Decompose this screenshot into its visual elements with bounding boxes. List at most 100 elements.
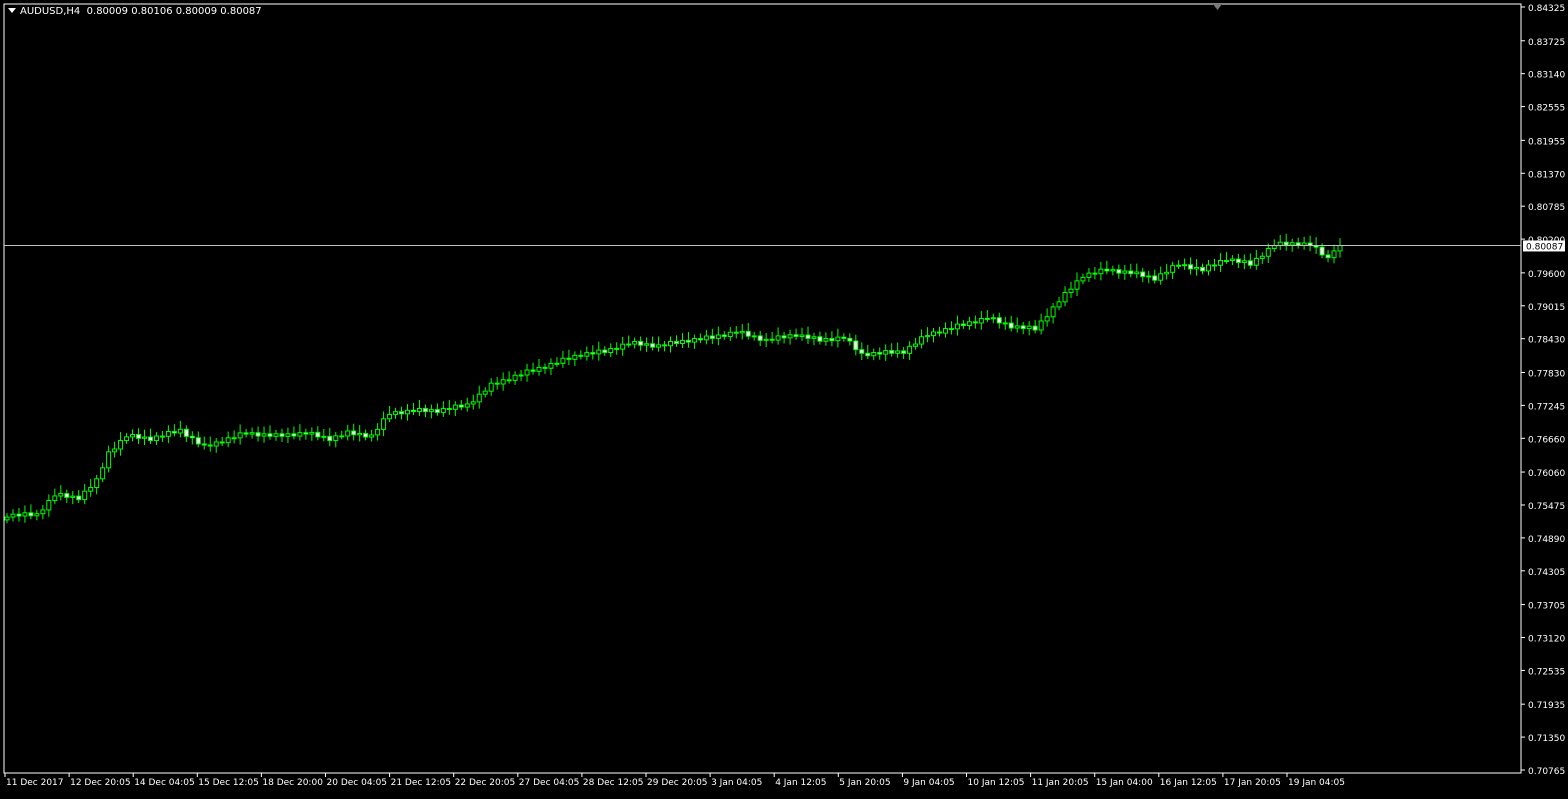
candle-body: [261, 433, 267, 437]
candle-body: [76, 495, 82, 501]
candle-body: [159, 435, 165, 438]
candle-body: [703, 335, 709, 341]
candle-body: [530, 369, 536, 372]
x-tick-label: 14 Dec 04:05: [134, 778, 195, 788]
open-price: 0.80009: [86, 6, 129, 17]
y-tick-label: 0.84325: [1528, 4, 1565, 14]
candle-body: [620, 343, 626, 350]
candle-body: [291, 433, 297, 437]
candle-body: [811, 336, 817, 339]
candle-body: [404, 409, 410, 415]
candle-body: [745, 330, 751, 337]
x-tick-label: 27 Dec 04:05: [519, 778, 580, 788]
x-tick-label: 11 Dec 2017: [6, 778, 64, 788]
candle-body: [937, 331, 943, 334]
candle-body: [94, 478, 100, 489]
x-tick-label: 20 Dec 04:05: [327, 778, 388, 788]
y-tick-label: 0.83725: [1528, 38, 1565, 48]
candle-body: [1008, 322, 1014, 329]
candle-body: [494, 382, 500, 385]
candle-body: [118, 440, 124, 450]
candle-body: [327, 435, 333, 442]
candle-body: [100, 467, 106, 480]
y-tick-label: 0.71935: [1528, 701, 1565, 711]
y-tick-label: 0.81955: [1528, 137, 1565, 147]
candle-body: [512, 374, 518, 381]
time-axis[interactable]: 11 Dec 2017 12 Dec 20:05 14 Dec 04:05 15 De…: [4, 773, 1345, 788]
candle-body: [1116, 269, 1122, 274]
candle-body: [871, 352, 877, 357]
plot-border: [3, 3, 1522, 774]
candle-body: [16, 513, 22, 517]
y-tick-label: 0.83140: [1528, 71, 1565, 81]
candle-body: [584, 352, 590, 357]
candle-body: [1253, 257, 1259, 266]
triangle-down-icon[interactable]: [8, 8, 16, 13]
symbol-label: AUDUSD,H4: [20, 6, 81, 17]
y-tick-label: 0.73705: [1528, 602, 1565, 612]
candle-body: [608, 347, 614, 353]
x-tick-label: 10 Jan 12:05: [968, 778, 1025, 788]
candle-body: [1235, 258, 1241, 263]
y-tick-label: 0.70765: [1528, 767, 1565, 777]
chart-window[interactable]: 0.84325 0.83725 0.83140 0.82555 0.81955 0.813…: [0, 0, 1568, 795]
x-tick-label: 9 Jan 04:05: [903, 778, 954, 788]
candle-body: [1050, 306, 1056, 318]
candle-body: [972, 321, 978, 324]
candle-body: [787, 334, 793, 339]
candle-body: [984, 317, 990, 320]
x-tick-label: 21 Dec 12:05: [391, 778, 452, 788]
candle-body: [321, 435, 327, 438]
candle-body: [213, 441, 219, 447]
high-price: 0.80106: [131, 6, 173, 17]
candle-body: [130, 433, 136, 438]
candle-body: [500, 379, 506, 385]
candle-body: [644, 343, 650, 346]
candle-body: [171, 431, 177, 434]
candle-body: [901, 350, 907, 354]
candle-body: [464, 403, 470, 408]
candle-body: [931, 331, 937, 337]
candle-body: [960, 323, 966, 326]
candle-body: [375, 428, 381, 436]
shift-marker-icon[interactable]: [1213, 4, 1222, 10]
chart-frame: [3, 3, 1522, 774]
candle-body: [10, 513, 16, 518]
candle-body: [572, 354, 578, 360]
current-price-label: 0.80087: [1526, 242, 1563, 252]
price-axis[interactable]: 0.84325 0.83725 0.83140 0.82555 0.81955 0.813…: [1521, 4, 1565, 777]
y-tick-label: 0.73120: [1528, 634, 1565, 644]
candle-body: [64, 493, 70, 498]
candle-body: [422, 407, 428, 413]
candle-body: [381, 418, 387, 430]
candle-body: [1062, 291, 1068, 303]
candle-body: [1146, 275, 1152, 278]
candle-body: [434, 409, 440, 413]
candle-body: [733, 331, 739, 334]
y-tick-label: 0.76060: [1528, 469, 1565, 479]
candle-body: [267, 433, 273, 437]
candle-body: [136, 433, 142, 439]
candle-body: [739, 330, 745, 334]
candle-body: [506, 379, 512, 382]
low-price: 0.80009: [175, 6, 218, 17]
x-tick-label: 15 Jan 04:00: [1096, 778, 1153, 788]
candle-body: [70, 495, 76, 498]
candles: [4, 233, 1343, 524]
candle-body: [727, 331, 733, 337]
candle-body: [1086, 272, 1092, 278]
y-tick-label: 0.78430: [1528, 336, 1565, 346]
candle-body: [1211, 264, 1217, 267]
candle-body: [638, 341, 644, 346]
candle-body: [207, 444, 213, 447]
candle-body: [189, 435, 195, 439]
candle-body: [751, 335, 757, 338]
candle-body: [691, 338, 697, 343]
candle-body: [482, 390, 488, 395]
x-tick-label: 28 Dec 12:05: [583, 778, 644, 788]
candle-body: [1026, 325, 1032, 330]
candle-body: [578, 354, 584, 357]
candlestick-chart[interactable]: 0.84325 0.83725 0.83140 0.82555 0.81955 0.813…: [0, 0, 1568, 795]
candle-body: [273, 433, 279, 437]
candle-body: [781, 335, 787, 339]
